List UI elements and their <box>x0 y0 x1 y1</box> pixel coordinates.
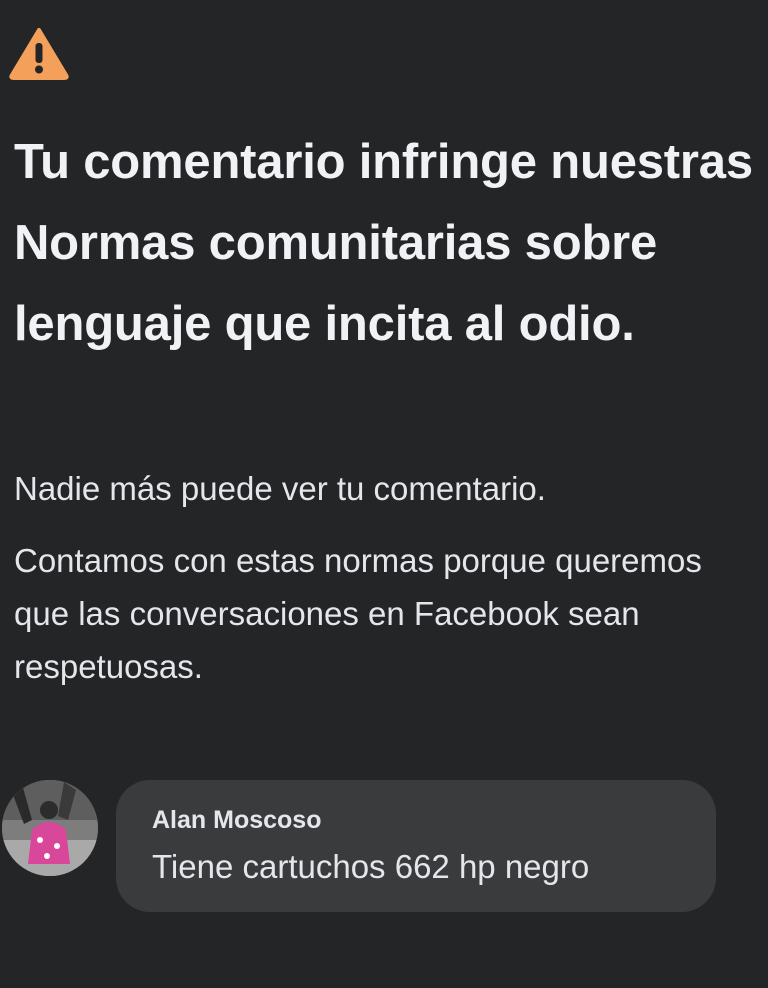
comment-author-name[interactable]: Alan Moscoso <box>152 806 321 835</box>
comment-text: Tiene cartuchos 662 hp negro <box>152 848 590 885</box>
policy-explanation: Contamos con estas normas porque queremo… <box>14 542 702 685</box>
comment-bubble[interactable]: Alan Moscoso Tiene cartuchos 662 hp negr… <box>116 780 716 912</box>
violation-headline: Tu comentario infringe nuestras Normas c… <box>14 135 753 351</box>
avatar[interactable] <box>2 780 98 876</box>
warning-triangle-icon <box>8 26 70 80</box>
visibility-notice: Nadie más puede ver tu comentario. <box>14 470 546 507</box>
